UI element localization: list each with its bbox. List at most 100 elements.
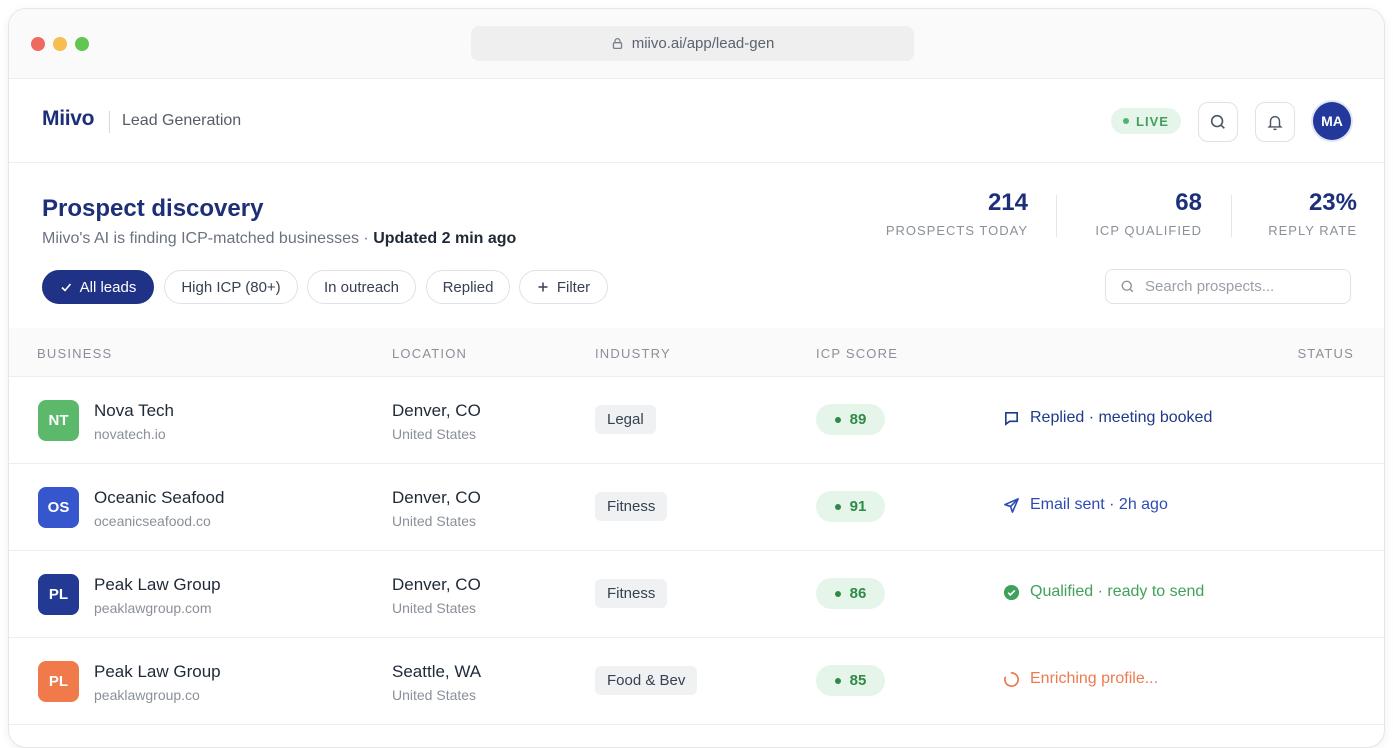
business-domain[interactable]: peaklawgroup.co [94, 687, 200, 703]
icp-score-badge: 89 [816, 404, 885, 435]
column-icp-score[interactable]: ICP SCORE [816, 346, 898, 361]
prospect-table-body: NT Nova Tech novatech.io Denver, CO United S… [9, 377, 1384, 725]
status-indicator[interactable]: Email sent · 2h ago [1003, 496, 1168, 514]
live-badge: LIVE [1111, 108, 1181, 134]
business-name[interactable]: Peak Law Group [94, 575, 221, 595]
filter-high-icp[interactable]: High ICP (80+) [164, 270, 298, 304]
location-country: United States [392, 426, 477, 442]
lock-icon [612, 37, 622, 50]
status-indicator[interactable]: Qualified · ready to send [1003, 583, 1204, 601]
stat-prospects-today: 214 PROSPECTS TODAY [886, 189, 1028, 238]
status-text: Qualified · ready to send [1030, 583, 1205, 600]
bell-icon [1267, 115, 1283, 131]
stat-divider [1231, 195, 1232, 237]
section-name: Lead Generation [122, 112, 242, 129]
browser-titlebar: miivo.ai/app/lead-gen [9, 9, 1384, 79]
browser-window: miivo.ai/app/lead-gen Miivo Lead Generat… [8, 8, 1385, 748]
maximize-window-button[interactable] [75, 37, 89, 51]
table-row[interactable]: PL Peak Law Group peaklawgroup.com Denver, … [9, 551, 1384, 638]
search-icon [1121, 280, 1134, 293]
app-logo[interactable]: Miivo [42, 107, 94, 131]
table-row[interactable]: PL Peak Law Group peaklawgroup.co Seattle, … [9, 638, 1384, 725]
icp-score-badge: 86 [816, 578, 885, 609]
user-avatar[interactable]: MA [1313, 102, 1351, 140]
avatar-initials: PL [48, 586, 69, 603]
stat-reply-rate: 23% REPLY RATE [1268, 189, 1357, 238]
business-domain[interactable]: peaklawgroup.com [94, 600, 212, 616]
header-divider [109, 111, 110, 133]
filter-all-leads[interactable]: All leads [42, 270, 154, 304]
page-title: Prospect discovery [42, 195, 264, 222]
status-indicator[interactable]: Replied · meeting booked [1003, 409, 1212, 427]
filter-label: High ICP (80+) [181, 278, 281, 296]
location-country: United States [392, 513, 477, 529]
add-filter-button[interactable]: Filter [519, 270, 608, 304]
avatar-initials: OS [47, 499, 70, 516]
column-status[interactable]: STATUS [1297, 346, 1354, 361]
stat-label: PROSPECTS TODAY [885, 223, 1028, 238]
business-avatar: PL [38, 574, 79, 615]
updated-text: Updated 2 min ago [373, 230, 517, 247]
location-city: Denver, CO [392, 488, 481, 507]
business-name[interactable]: Nova Tech [94, 401, 174, 421]
filter-label: All leads [79, 278, 137, 296]
location-city: Seattle, WA [392, 662, 482, 681]
location-country: United States [392, 600, 477, 616]
stat-icp-qualified: 68 ICP QUALIFIED [1095, 189, 1202, 238]
stat-value: 23% [1308, 189, 1357, 216]
search-placeholder: Search prospects... [1145, 278, 1275, 295]
stat-value: 214 [987, 189, 1028, 216]
table-row[interactable]: NT Nova Tech novatech.io Denver, CO United S… [9, 377, 1384, 464]
url-text: miivo.ai/app/lead-gen [631, 35, 775, 52]
icp-score-value: 89 [849, 411, 867, 428]
page-subtitle: Miivo's AI is finding ICP-matched busine… [42, 230, 516, 248]
status-text: Enriching profile... [1030, 670, 1159, 687]
minimize-window-button[interactable] [53, 37, 67, 51]
business-name[interactable]: Oceanic Seafood [94, 488, 224, 508]
filter-label: In outreach [323, 278, 400, 296]
business-domain[interactable]: oceanicseafood.co [94, 513, 211, 529]
score-dot-icon [834, 503, 841, 510]
business-name[interactable]: Peak Law Group [94, 662, 221, 682]
send-icon [1003, 497, 1020, 514]
icp-score-badge: 91 [816, 491, 885, 522]
industry-tag: Fitness [595, 579, 668, 608]
location-country: United States [392, 687, 477, 703]
filter-label: Filter [556, 278, 591, 296]
filter-in-outreach[interactable]: In outreach [307, 270, 416, 304]
plus-icon [538, 282, 548, 292]
score-dot-icon [834, 416, 841, 423]
column-location[interactable]: LOCATION [392, 346, 467, 361]
search-button[interactable] [1198, 102, 1238, 142]
score-dot-icon [834, 677, 841, 684]
search-icon [1210, 114, 1225, 129]
business-avatar: NT [38, 400, 79, 441]
status-text: Email sent · 2h ago [1030, 496, 1168, 513]
stat-value: 68 [1175, 189, 1202, 216]
industry-tag: Legal [595, 405, 656, 434]
subtitle-text: Miivo's AI is finding ICP-matched busine… [42, 230, 374, 247]
score-dot-icon [834, 590, 841, 597]
avatar-initials: NT [48, 412, 69, 429]
industry-tag: Fitness [595, 492, 668, 521]
table-row[interactable]: OS Oceanic Seafood oceanicseafood.co Denver… [9, 464, 1384, 551]
close-window-button[interactable] [31, 37, 45, 51]
status-text: Replied · meeting booked [1030, 409, 1213, 426]
spinner-icon [1003, 671, 1020, 688]
status-indicator[interactable]: Enriching profile... [1003, 670, 1158, 688]
business-avatar: OS [38, 487, 79, 528]
page-summary: Prospect discovery Miivo's AI is finding… [9, 163, 1384, 328]
address-bar[interactable]: miivo.ai/app/lead-gen [471, 26, 914, 61]
location-city: Denver, CO [392, 401, 481, 420]
location-city: Denver, CO [392, 575, 481, 594]
industry-tag: Food & Bev [595, 666, 698, 695]
filter-replied[interactable]: Replied [426, 270, 510, 304]
search-prospects-input[interactable]: Search prospects... [1105, 269, 1351, 304]
icp-score-value: 86 [849, 585, 867, 602]
business-domain[interactable]: novatech.io [94, 426, 166, 442]
notifications-button[interactable] [1255, 102, 1295, 142]
icp-score-value: 91 [849, 498, 867, 515]
checkmark-icon [61, 283, 71, 292]
column-business[interactable]: BUSINESS [37, 346, 112, 361]
column-industry[interactable]: INDUSTRY [595, 346, 671, 361]
